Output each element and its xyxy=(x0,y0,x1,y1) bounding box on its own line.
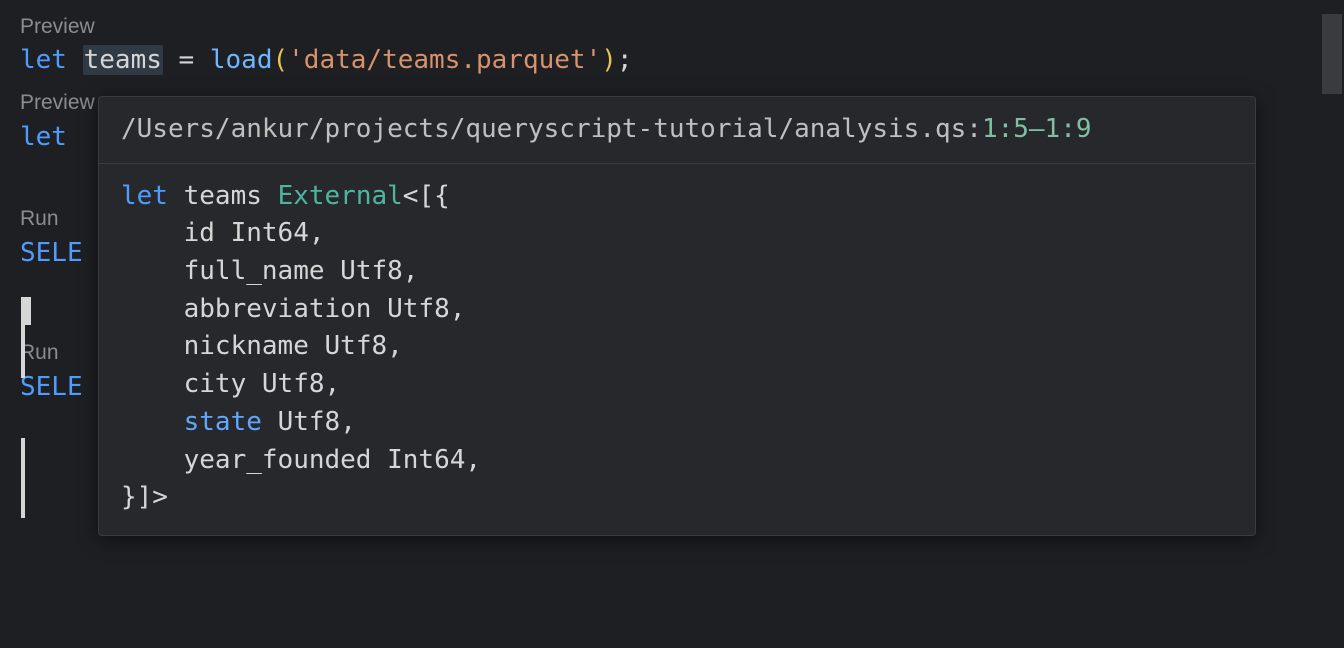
paren-close: ) xyxy=(601,45,617,75)
fold-guide-2 xyxy=(21,438,25,518)
keyword-select-2: SELE xyxy=(20,372,83,402)
identifier-teams: teams xyxy=(83,45,163,75)
equals-op: = xyxy=(163,45,210,75)
hover-body: let teams External<[{ id Int64, full_nam… xyxy=(99,164,1255,535)
hover-path: /Users/ankur/projects/queryscript-tutori… xyxy=(99,97,1255,164)
current-line-marker xyxy=(21,297,31,325)
hover-position: 1:5–1:9 xyxy=(982,114,1092,144)
code-line-1[interactable]: let teams = load('data/teams.parquet'); xyxy=(20,42,1344,80)
semicolon: ; xyxy=(617,45,633,75)
string-literal: 'data/teams.parquet' xyxy=(288,45,601,75)
keyword-select-1: SELE xyxy=(20,238,83,268)
paren-open: ( xyxy=(273,45,289,75)
vertical-scrollbar[interactable] xyxy=(1322,14,1342,94)
hover-path-text: /Users/ankur/projects/queryscript-tutori… xyxy=(121,114,982,144)
codelens-preview[interactable]: Preview xyxy=(20,12,1344,42)
keyword-let-2: let xyxy=(20,122,67,152)
hover-tooltip: /Users/ankur/projects/queryscript-tutori… xyxy=(98,96,1256,536)
code-editor[interactable]: Preview let teams = load('data/teams.par… xyxy=(0,0,1344,407)
fn-load: load xyxy=(210,45,273,75)
keyword-let: let xyxy=(20,45,67,75)
